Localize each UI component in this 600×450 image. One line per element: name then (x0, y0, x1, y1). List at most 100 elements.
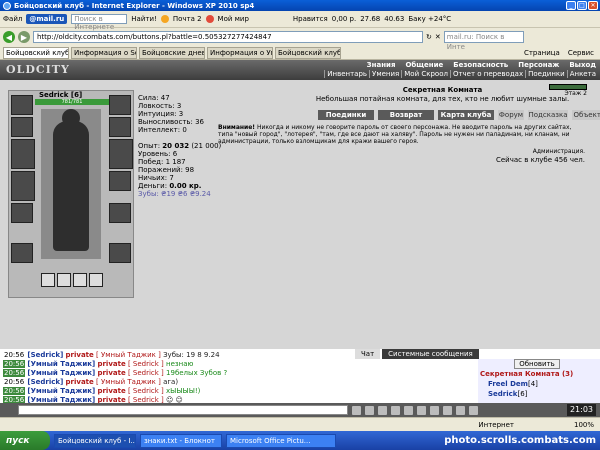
helmet-slot[interactable] (11, 95, 33, 115)
nav-communication[interactable]: Общение (405, 61, 443, 69)
task-office-picture[interactable]: Microsoft Office Pictu... (226, 433, 336, 448)
gloves-slot[interactable] (109, 95, 131, 115)
zoom-level[interactable]: 100% (574, 421, 594, 429)
shield-slot[interactable] (109, 139, 133, 169)
hint-button[interactable]: Подсказка (528, 110, 568, 120)
subnav-transfers[interactable]: Отчет о переводах (449, 70, 523, 78)
url-input[interactable]: http://oldcity.combats.com/buttons.pl?ba… (33, 31, 423, 43)
maximize-button[interactable]: □ (577, 1, 587, 10)
bag-slot-1[interactable] (41, 273, 55, 287)
close-button[interactable]: ✕ (588, 1, 598, 10)
find-button[interactable]: Найти! (131, 15, 157, 23)
tab-info-sedrick[interactable]: Информация о Sedrick (71, 46, 137, 59)
translit-icon[interactable] (430, 405, 439, 415)
subnav-duels[interactable]: Поединки (525, 70, 565, 78)
objects-button[interactable]: Объекты (572, 110, 600, 120)
nav-security[interactable]: Безопасность (453, 61, 508, 69)
web-search-input[interactable]: mail.ru: Поиск в Инте (443, 31, 524, 51)
stop-icon[interactable]: ✕ (435, 33, 441, 41)
chat-recipient[interactable]: [ Умный Таджик ] (96, 351, 161, 359)
experience-label: Опыт: (138, 142, 161, 150)
color-icon[interactable] (443, 405, 452, 415)
weather-indicator[interactable]: Баку +24°C (408, 15, 451, 23)
sound-icon[interactable] (417, 405, 426, 415)
minimize-button[interactable]: _ (566, 1, 576, 10)
tab-club-2[interactable]: Бойцовский клуб (275, 46, 341, 59)
legs-slot[interactable] (109, 243, 131, 263)
forum-button[interactable]: Форум (498, 110, 524, 120)
chat-input[interactable] (18, 405, 348, 415)
user-item[interactable]: Freel Dem[4] (488, 380, 538, 388)
nav-character[interactable]: Персонаж (518, 61, 559, 69)
money-indicator[interactable]: 0,00 р. (332, 15, 356, 23)
rate1-indicator[interactable]: 27.68 (360, 15, 380, 23)
nav-exit[interactable]: Выход (569, 61, 596, 69)
smiles-icon[interactable] (378, 405, 387, 415)
page-menu[interactable]: Страница (524, 49, 560, 57)
rate2-indicator[interactable]: 40.63 (384, 15, 404, 23)
clear-icon[interactable] (365, 405, 374, 415)
figure-body (53, 121, 89, 251)
moimir-link[interactable]: Мой мир (218, 15, 249, 23)
club-map-button[interactable]: Карта клуба (438, 110, 494, 120)
chat-sender[interactable]: [Умный Таджик] (27, 387, 95, 395)
weapon-slot[interactable] (11, 139, 35, 169)
chat-timestamp[interactable]: 20:56 (3, 387, 26, 395)
return-button[interactable]: Возврат (378, 110, 434, 120)
chat-sender[interactable]: [Sedrick] (27, 351, 63, 359)
filter-icon[interactable] (391, 405, 400, 415)
chat-timestamp[interactable]: 20:56 (3, 360, 26, 368)
chat-sender[interactable]: [Умный Таджик] (27, 360, 95, 368)
tab-club[interactable]: Бойцовский клуб (3, 46, 69, 59)
mailru-search-input[interactable]: Поиск в Интернете (71, 14, 128, 31)
ring-slot[interactable] (109, 117, 131, 137)
task-notepad[interactable]: знаки.txt - Блокнот (140, 433, 222, 448)
subnav-scroll[interactable]: Мой Скроол (401, 70, 448, 78)
refresh-icon[interactable]: ↻ (426, 33, 432, 41)
belt-slot[interactable] (11, 203, 33, 223)
mail-link[interactable]: Почта 2 (173, 15, 202, 23)
back-button[interactable]: ◀ (3, 31, 15, 43)
start-button[interactable]: пуск (0, 431, 50, 450)
earring-slot[interactable] (11, 117, 33, 137)
boots-slot[interactable] (11, 243, 33, 263)
send-icon[interactable] (352, 405, 361, 415)
tab-system-messages[interactable]: Системные сообщения (382, 349, 479, 359)
bag-slot-3[interactable] (73, 273, 87, 287)
tab-chat[interactable]: Чат (355, 349, 381, 359)
duels-button[interactable]: Поединки (318, 110, 374, 120)
tab-diaries[interactable]: Бойцовские дневни... (139, 46, 205, 59)
service-menu[interactable]: Сервис (568, 49, 594, 57)
refresh-button[interactable]: Обновить (514, 359, 560, 369)
settings-icon[interactable] (404, 405, 413, 415)
chat-sender[interactable]: [Sedrick] (27, 378, 63, 386)
user-item[interactable]: Sedrick[6] (488, 390, 527, 398)
forward-button[interactable]: ▶ (18, 31, 30, 43)
chat-recipient[interactable]: [ Sedrick ] (128, 387, 164, 395)
chat-recipient[interactable]: [ Умный Таджик ] (96, 378, 161, 386)
tab-info-tajik[interactable]: Информация о Умн... (207, 46, 273, 59)
task-club[interactable]: Бойцовский клуб - I... (54, 433, 136, 448)
character-name[interactable]: Sedrick [6] (39, 91, 82, 99)
chat-recipient[interactable]: [ Sedrick ] (128, 369, 164, 377)
room-buttons: Поединки Возврат Карта клуба Форум Подск… (318, 110, 600, 120)
mailru-logo[interactable]: @mail.ru (26, 14, 68, 24)
amulet-slot[interactable] (109, 171, 131, 191)
chat-timestamp[interactable]: 20:56 (3, 351, 25, 359)
chat-timestamp[interactable]: 20:56 (3, 369, 26, 377)
menu-file[interactable]: Файл (3, 15, 22, 23)
scroll-icon[interactable] (456, 405, 465, 415)
armor-slot[interactable] (11, 171, 35, 201)
nav-knowledge[interactable]: Знания (367, 61, 396, 69)
chat-recipient[interactable]: [ Sedrick ] (128, 360, 164, 368)
bag-slot-2[interactable] (57, 273, 71, 287)
chat-timestamp[interactable]: 20:56 (3, 378, 25, 386)
subnav-inventory[interactable]: Инвентарь (324, 70, 367, 78)
subnav-skills[interactable]: Умения (369, 70, 399, 78)
like-link[interactable]: Нравится (293, 15, 328, 23)
chat-sender[interactable]: [Умный Таджик] (27, 369, 95, 377)
exit-icon[interactable] (469, 405, 478, 415)
bag-slot-4[interactable] (89, 273, 103, 287)
bracer-slot[interactable] (109, 203, 131, 223)
subnav-profile[interactable]: Анкета (566, 70, 596, 78)
